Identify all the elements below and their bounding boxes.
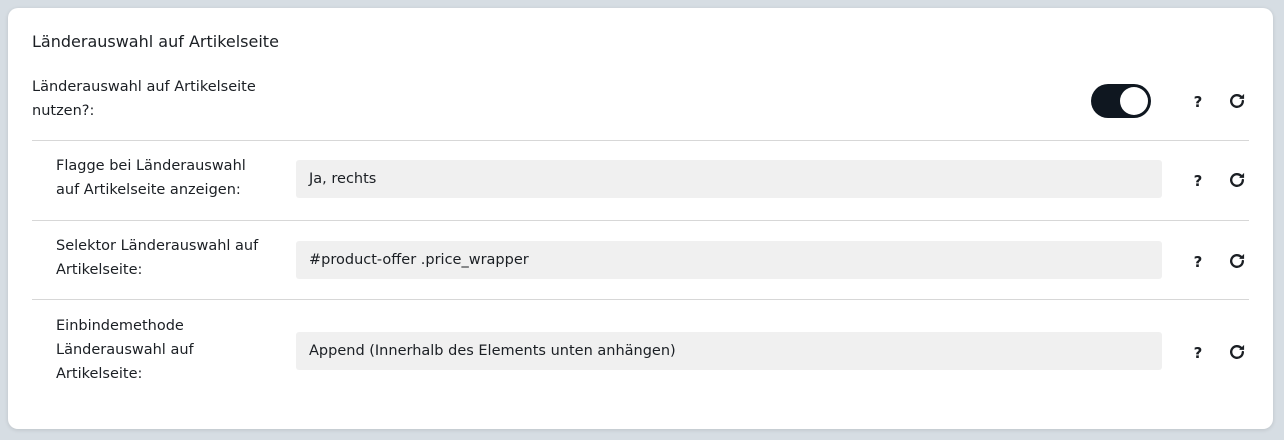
help-icon[interactable]: ?: [1190, 171, 1206, 191]
row-divider: [32, 220, 1249, 221]
help-icon[interactable]: ?: [1190, 252, 1206, 272]
section-title: Länderauswahl auf Artikelseite: [32, 32, 279, 51]
reset-icon[interactable]: [1227, 342, 1247, 362]
row-divider: [32, 140, 1249, 141]
reset-icon[interactable]: [1227, 251, 1247, 271]
embed-method-select[interactable]: Append (Innerhalb des Elements unten anh…: [296, 332, 1162, 370]
selector-input[interactable]: #product-offer .price_wrapper: [296, 241, 1162, 279]
reset-icon[interactable]: [1227, 170, 1247, 190]
toggle-knob: [1120, 87, 1148, 115]
show-flag-label: Flagge bei Länderauswahl auf Artikelseit…: [56, 158, 246, 198]
help-icon[interactable]: ?: [1190, 343, 1206, 363]
use-country-selection-label: Länderauswahl auf Artikelseite nutzen?:: [32, 79, 256, 119]
help-icon[interactable]: ?: [1190, 92, 1206, 112]
reset-icon[interactable]: [1227, 91, 1247, 111]
row-divider: [32, 299, 1249, 300]
show-flag-select[interactable]: Ja, rechts: [296, 160, 1162, 198]
embed-method-label: Einbindemethode Länderauswahl auf Artike…: [56, 318, 194, 382]
use-country-selection-toggle[interactable]: [1091, 84, 1151, 118]
selector-label: Selektor Länderauswahl auf Artikelseite:: [56, 238, 259, 278]
settings-card: Länderauswahl auf Artikelseite Länderaus…: [8, 8, 1273, 429]
